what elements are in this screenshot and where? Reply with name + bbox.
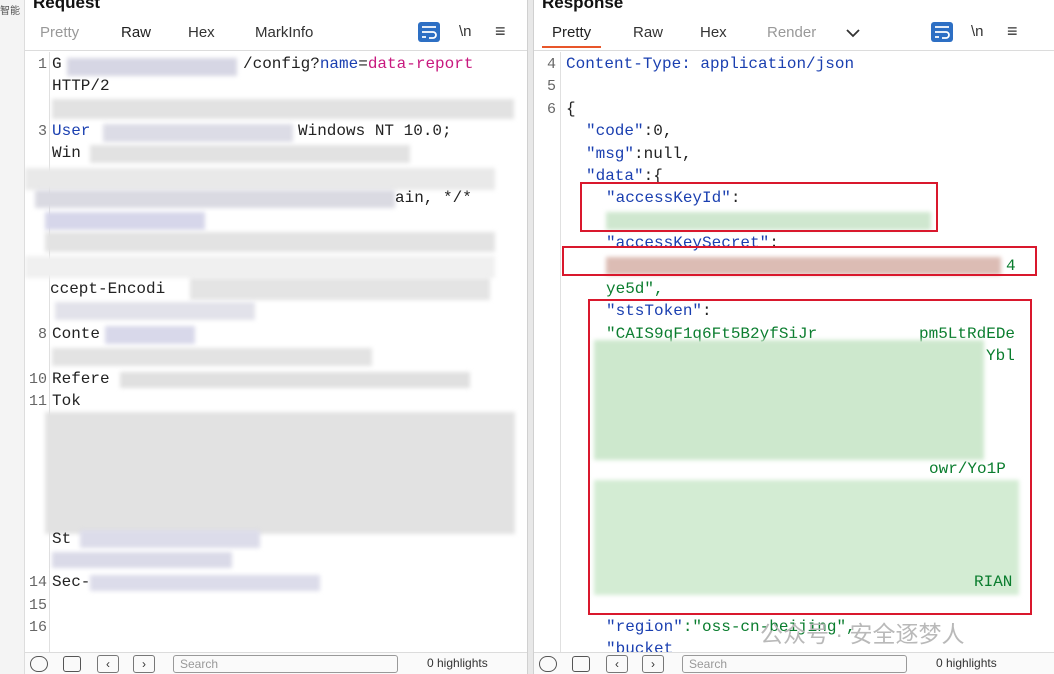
wrap-lines-icon[interactable]: [931, 22, 953, 42]
request-accept: ain, */*: [395, 189, 472, 207]
request-accept-encoding: ccept-Encodi: [50, 280, 166, 298]
response-title: Response: [542, 0, 624, 12]
request-line-win: Win: [52, 144, 81, 162]
tab-pretty[interactable]: Pretty: [40, 24, 79, 41]
redacted-block: [67, 58, 237, 76]
request-bottom-bar: ‹ › Search 0 highlights: [25, 652, 527, 674]
redacted-block: [80, 530, 260, 548]
redacted-block: [90, 145, 410, 163]
request-user-agent: User: [52, 122, 91, 140]
menu-icon[interactable]: ≡: [1007, 21, 1018, 42]
line-number: 5: [546, 78, 556, 95]
search-input[interactable]: Search: [682, 655, 907, 673]
pane-divider[interactable]: [527, 0, 534, 674]
highlight-box-sts-token: [588, 299, 1032, 615]
newline-toggle-button[interactable]: \n: [971, 23, 984, 40]
highlights-count: 0 highlights: [427, 656, 488, 670]
request-pane: Request Pretty Raw Hex MarkInfo \n ≡ 1 3…: [25, 0, 527, 674]
prev-button[interactable]: ‹: [606, 655, 628, 673]
tab-raw[interactable]: Raw: [633, 24, 663, 41]
redacted-block: [52, 99, 514, 119]
tab-render[interactable]: Render: [767, 24, 816, 41]
line-number: 1: [37, 56, 47, 73]
request-url: /config?name=data-report: [243, 55, 474, 73]
request-sec: Sec-: [52, 573, 91, 591]
next-button[interactable]: ›: [642, 655, 664, 673]
menu-icon[interactable]: ≡: [495, 21, 506, 42]
redacted-block: [25, 256, 495, 278]
next-button[interactable]: ›: [133, 655, 155, 673]
watermark-text: 公众号 · 安全逐梦人: [760, 621, 965, 647]
redacted-block: [103, 124, 293, 142]
prev-button[interactable]: ‹: [97, 655, 119, 673]
request-tabs: Pretty Raw Hex MarkInfo \n ≡: [25, 18, 527, 51]
newline-toggle-button[interactable]: \n: [459, 23, 472, 40]
gear-icon[interactable]: [572, 656, 590, 672]
highlight-box-access-key-secret: [562, 246, 1037, 276]
tab-pretty[interactable]: Pretty: [541, 24, 602, 48]
redacted-block: [105, 326, 195, 344]
gear-icon[interactable]: [63, 656, 81, 672]
request-http-version: HTTP/2: [52, 77, 110, 95]
redacted-block: [90, 575, 320, 591]
redacted-block: [45, 212, 205, 230]
response-pane: Response Pretty Raw Hex Render \n ≡ 4 5 …: [534, 0, 1054, 674]
highlights-count: 0 highlights: [936, 656, 997, 670]
line-number: 4: [546, 56, 556, 73]
line-number: 8: [37, 326, 47, 343]
tab-hex[interactable]: Hex: [700, 24, 727, 41]
json-open-brace: {: [566, 100, 576, 118]
chevron-down-icon[interactable]: [846, 25, 860, 42]
redacted-block: [190, 278, 490, 300]
request-line-st: St: [52, 530, 72, 548]
json-secret-end: ye5d",: [606, 280, 664, 298]
request-gutter: [25, 52, 50, 652]
redacted-block: [120, 372, 470, 388]
request-referer: Refere: [52, 370, 110, 388]
help-icon[interactable]: [539, 656, 557, 672]
tab-hex[interactable]: Hex: [188, 24, 215, 41]
left-edge-strip: 智能: [0, 0, 25, 674]
json-code: "code":0,: [586, 122, 673, 140]
line-number: 11: [28, 393, 47, 410]
response-gutter: [534, 52, 561, 652]
redacted-block: [35, 190, 395, 208]
redacted-block: [45, 232, 495, 252]
line-number: 3: [37, 123, 47, 140]
response-tabs: Pretty Raw Hex Render \n ≡: [534, 18, 1054, 51]
redacted-block: [25, 168, 495, 190]
request-content-type: Conte: [52, 325, 101, 343]
line-number: 6: [546, 101, 556, 118]
tab-markinfo[interactable]: MarkInfo: [255, 24, 313, 41]
line-number: 16: [28, 619, 47, 636]
redacted-block: [52, 348, 372, 366]
line-number: 14: [28, 574, 47, 591]
response-bottom-bar: ‹ › Search 0 highlights: [534, 652, 1054, 674]
highlight-box-access-key-id: [580, 182, 938, 232]
request-ua-os: Windows NT 10.0;: [298, 122, 452, 140]
request-line-1: G: [52, 55, 62, 73]
redacted-block: [55, 302, 255, 320]
line-number: 15: [28, 597, 47, 614]
request-title: Request: [33, 0, 101, 12]
line-number: 10: [28, 371, 47, 388]
search-input[interactable]: Search: [173, 655, 398, 673]
json-msg: "msg":null,: [586, 145, 692, 163]
response-content-type: Content-Type: application/json: [566, 55, 855, 73]
tab-raw[interactable]: Raw: [121, 24, 151, 41]
redacted-block: [45, 412, 515, 534]
wrap-lines-icon[interactable]: [418, 22, 440, 42]
help-icon[interactable]: [30, 656, 48, 672]
redacted-block: [52, 552, 232, 568]
request-token: Tok: [52, 392, 81, 410]
side-cut-label: 智能: [0, 6, 20, 17]
